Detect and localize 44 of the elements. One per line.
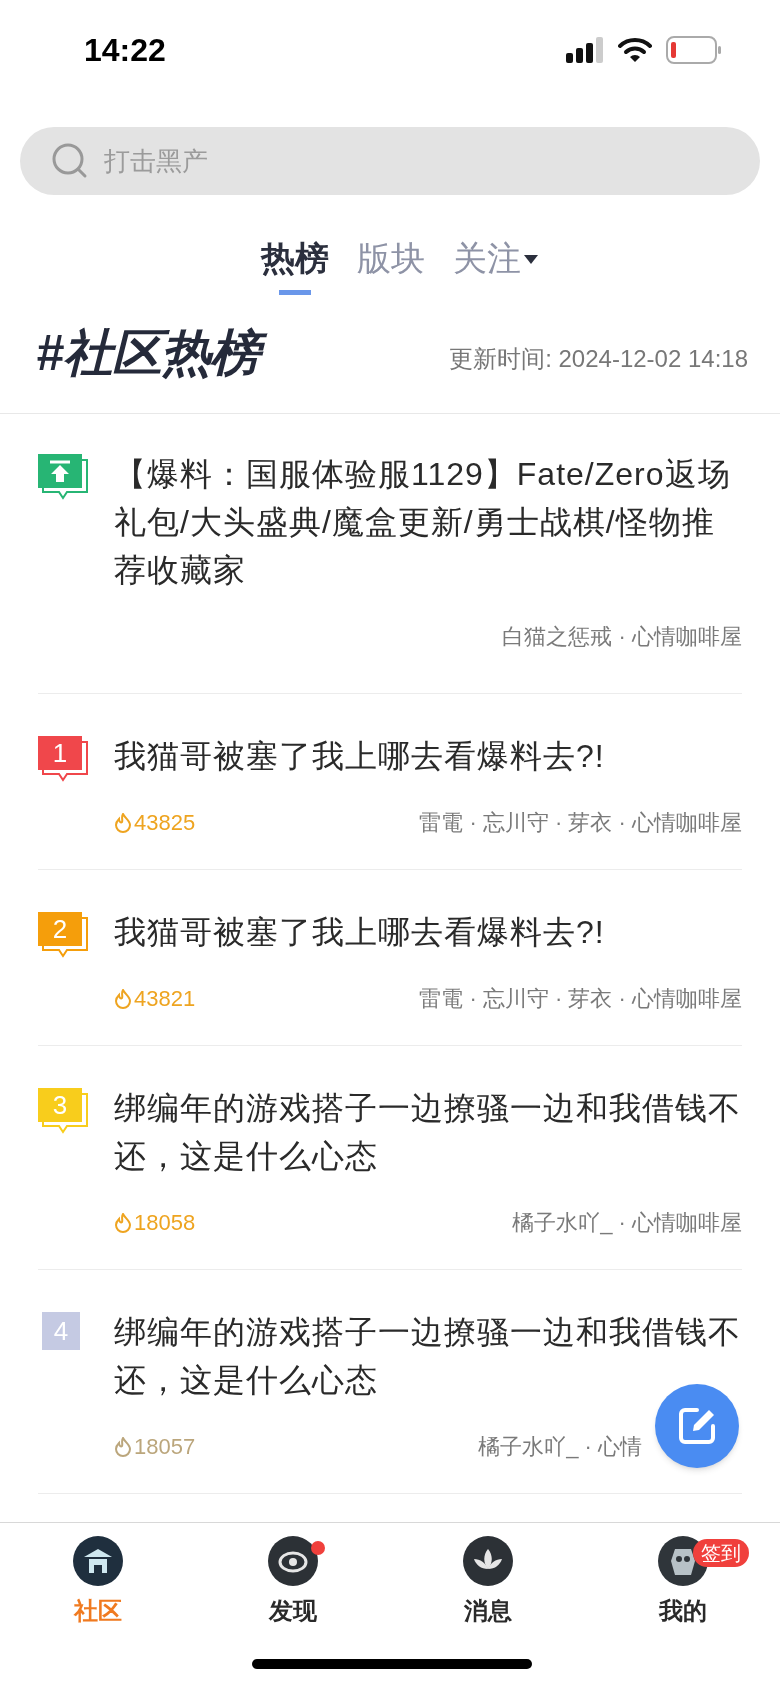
flame-icon: [114, 1436, 132, 1457]
rank-badge: 1: [38, 736, 82, 770]
section-title: #社区热榜: [36, 321, 271, 385]
flame-icon: [114, 988, 132, 1009]
signal-icon: [566, 37, 604, 63]
battery-icon: [666, 36, 722, 64]
search-field[interactable]: 打击黑产: [20, 127, 760, 195]
post-meta: 白猫之惩戒 · 心情咖啡屋: [502, 623, 742, 651]
tab-underline: [279, 290, 311, 295]
post-item[interactable]: 1 我猫哥被塞了我上哪去看爆料去?! 43825 雷電 · 忘川守 · 芽衣 · 心情咖啡屋: [38, 694, 742, 870]
rank-badge: 4: [42, 1312, 80, 1350]
heat-count: 43821: [114, 982, 196, 1015]
post-title: 【爆料：国服体验服1129】Fate/Zero返场礼包/大头盛典/魔盒更新/勇士战棋/怪物推荐收藏家: [114, 455, 732, 590]
post-meta: 橘子水吖_ · 心情: [478, 1433, 642, 1461]
post-title: 我猫哥被塞了我上哪去看爆料去?!: [114, 913, 606, 952]
post-item[interactable]: 【爆料：国服体验服1129】Fate/Zero返场礼包/大头盛典/魔盒更新/勇士战棋/怪物推荐收藏家 白猫之惩戒 · 心情咖啡屋: [38, 414, 742, 694]
post-title: 绑编年的游戏搭子一边撩骚一边和我借钱不还，这是什么心态: [114, 1089, 742, 1176]
post-item[interactable]: 2 我猫哥被塞了我上哪去看爆料去?! 43821 雷電 · 忘川守 · 芽衣 · 心情咖啡屋: [38, 870, 742, 1046]
post-item[interactable]: 3 绑编年的游戏搭子一边撩骚一边和我借钱不还，这是什么心态 18058 橘子水吖_ · 心情咖啡屋: [38, 1046, 742, 1270]
flame-icon: [114, 812, 132, 833]
post-meta: 雷電 · 忘川守 · 芽衣 · 心情咖啡屋: [419, 985, 742, 1013]
home-icon: [71, 1535, 124, 1587]
search-input: 打击黑产: [104, 141, 604, 181]
post-meta: 雷電 · 忘川守 · 芽衣 · 心情咖啡屋: [419, 809, 742, 837]
post-title: 绑编年的游戏搭子一边撩骚一边和我借钱不还，这是什么心态: [114, 1313, 742, 1400]
heat-count: 43825: [114, 806, 196, 839]
tab[interactable]: 热榜: [261, 233, 329, 284]
status-time: 14:22: [84, 31, 166, 70]
heat-count: 18057: [114, 1430, 196, 1463]
post-title: 我猫哥被塞了我上哪去看爆料去?!: [114, 737, 606, 776]
nav-tab[interactable]: 消息: [461, 1535, 514, 1629]
lotus-icon: [461, 1535, 514, 1587]
rank-badge: 2: [38, 912, 82, 946]
search-icon: [52, 143, 88, 179]
checkin-badge: 签到: [693, 1539, 749, 1567]
post-meta: 橘子水吖_ · 心情咖啡屋: [512, 1209, 742, 1237]
wifi-icon: [618, 37, 652, 63]
update-time: 更新时间: 2024-12-02 14:18: [449, 344, 748, 374]
eye-icon: [266, 1535, 319, 1587]
rank-badge: 3: [38, 1088, 82, 1122]
flame-icon: [114, 1212, 132, 1233]
nav-tab[interactable]: 发现: [266, 1535, 319, 1629]
heat-count: 18058: [114, 1206, 196, 1239]
compose-button[interactable]: [655, 1384, 739, 1468]
